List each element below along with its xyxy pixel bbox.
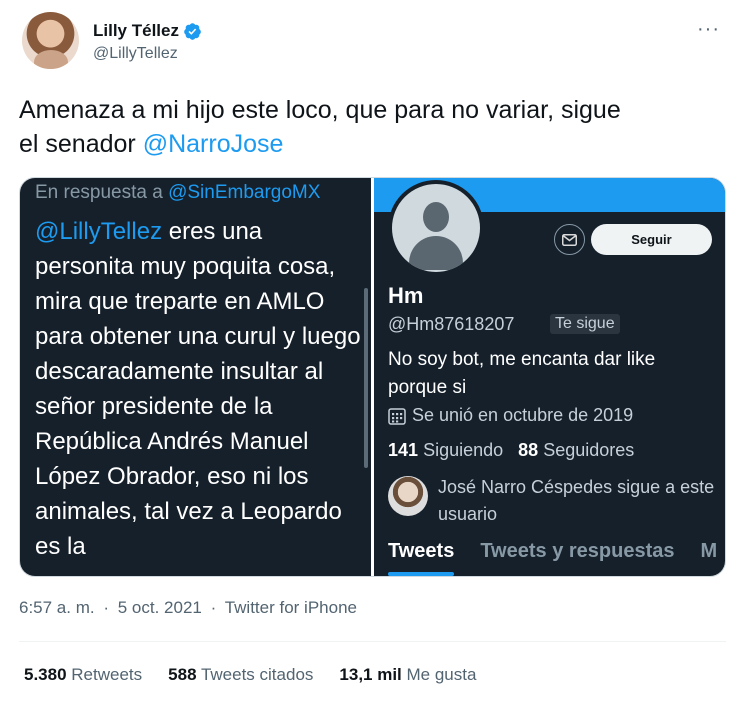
tweet-text-prefix: el senador xyxy=(19,130,143,158)
calendar-icon xyxy=(388,407,406,425)
likes-count: 13,1 mil xyxy=(339,665,402,684)
reply-to-line: En respuesta a @SinEmbargoMX xyxy=(35,182,320,204)
media-image-right[interactable]: Seguir Hm @Hm87618207 Te sigue No soy bo… xyxy=(374,178,725,576)
tweet-time[interactable]: 6:57 a. m. xyxy=(19,598,95,617)
follows-you-badge: Te sigue xyxy=(550,314,620,334)
tweet-date[interactable]: 5 oct. 2021 xyxy=(118,598,202,617)
meta-separator: · xyxy=(103,598,110,617)
likes-stat[interactable]: 13,1 mil Me gusta xyxy=(339,665,476,685)
tweet-meta: 6:57 a. m. · 5 oct. 2021 · Twitter for i… xyxy=(19,598,357,618)
tweet-mention-link[interactable]: @NarroJose xyxy=(143,130,284,158)
mutual-avatar xyxy=(388,476,428,516)
author-avatar[interactable] xyxy=(22,12,79,69)
followers-count: 88 xyxy=(518,440,539,460)
tweet-stats: 5.380 Retweets 588 Tweets citados 13,1 m… xyxy=(24,665,476,685)
retweets-label: Retweets xyxy=(71,665,143,684)
followers-label: Seguidores xyxy=(543,440,635,460)
meta-separator-2: · xyxy=(210,598,217,617)
author-name-row[interactable]: Lilly Téllez xyxy=(93,21,202,41)
tweet-media[interactable]: En respuesta a @SinEmbargoMX @LillyTelle… xyxy=(19,177,726,577)
tweet-header: Lilly Téllez @LillyTellez ··· xyxy=(19,12,724,74)
default-avatar-body xyxy=(409,236,463,270)
follow-button: Seguir xyxy=(591,224,712,255)
tab-tweets-replies: Tweets y respuestas xyxy=(480,540,675,562)
more-options-icon[interactable]: ··· xyxy=(697,18,720,41)
verified-badge-icon xyxy=(184,22,201,40)
message-button xyxy=(554,224,585,255)
tweet-text-line1: Amenaza a mi hijo este loco, que para no… xyxy=(19,96,621,124)
likes-label: Me gusta xyxy=(406,665,477,684)
profile-name: Hm xyxy=(388,283,424,308)
reply-body-content: eres una personita muy poquita cosa, mir… xyxy=(35,218,361,560)
quotes-count: 588 xyxy=(168,665,197,684)
tweet-text: Amenaza a mi hijo este loco, que para no… xyxy=(19,93,719,161)
default-avatar-head xyxy=(423,202,449,232)
retweets-count: 5.380 xyxy=(24,665,67,684)
profile-stats: 141 Siguiendo 88 Seguidores xyxy=(388,440,634,461)
profile-joined: Se unió en octubre de 2019 xyxy=(388,405,633,426)
reply-to-prefix: En respuesta a xyxy=(35,182,169,203)
tab-tweets: Tweets xyxy=(388,540,455,576)
divider-top xyxy=(19,641,726,642)
reply-body-text: @LillyTellez eres una personita muy poqu… xyxy=(35,214,365,564)
profile-handle: @Hm87618207 xyxy=(388,314,515,334)
reply-body-mention: @LillyTellez xyxy=(35,218,163,245)
following-label: Siguiendo xyxy=(423,440,504,460)
reply-to-mention: @SinEmbargoMX xyxy=(168,182,321,203)
profile-bio: No soy bot, me encanta dar like porque s… xyxy=(388,349,656,398)
mutual-text: José Narro Céspedes sigue a este usuario xyxy=(438,477,715,524)
following-count: 141 xyxy=(388,440,419,460)
profile-tabs: Tweets Tweets y respuestas M xyxy=(388,540,718,576)
media-image-left[interactable]: En respuesta a @SinEmbargoMX @LillyTelle… xyxy=(20,178,371,576)
author-name[interactable]: Lilly Téllez xyxy=(93,21,179,41)
quotes-label: Tweets citados xyxy=(200,665,314,684)
tweet-source[interactable]: Twitter for iPhone xyxy=(225,598,357,617)
profile-picture xyxy=(388,180,484,276)
quotes-stat[interactable]: 588 Tweets citados xyxy=(168,665,313,685)
author-handle[interactable]: @LillyTellez xyxy=(93,45,178,63)
mutual-follower: José Narro Céspedes sigue a este usuario xyxy=(388,474,718,528)
tab-media-partial: M xyxy=(700,540,718,562)
tweet-text-line2: el senador @NarroJose xyxy=(19,127,719,161)
retweets-stat[interactable]: 5.380 Retweets xyxy=(24,665,142,685)
scrollbar xyxy=(364,288,368,468)
joined-text: Se unió en octubre de 2019 xyxy=(412,405,634,425)
envelope-icon xyxy=(562,233,577,246)
